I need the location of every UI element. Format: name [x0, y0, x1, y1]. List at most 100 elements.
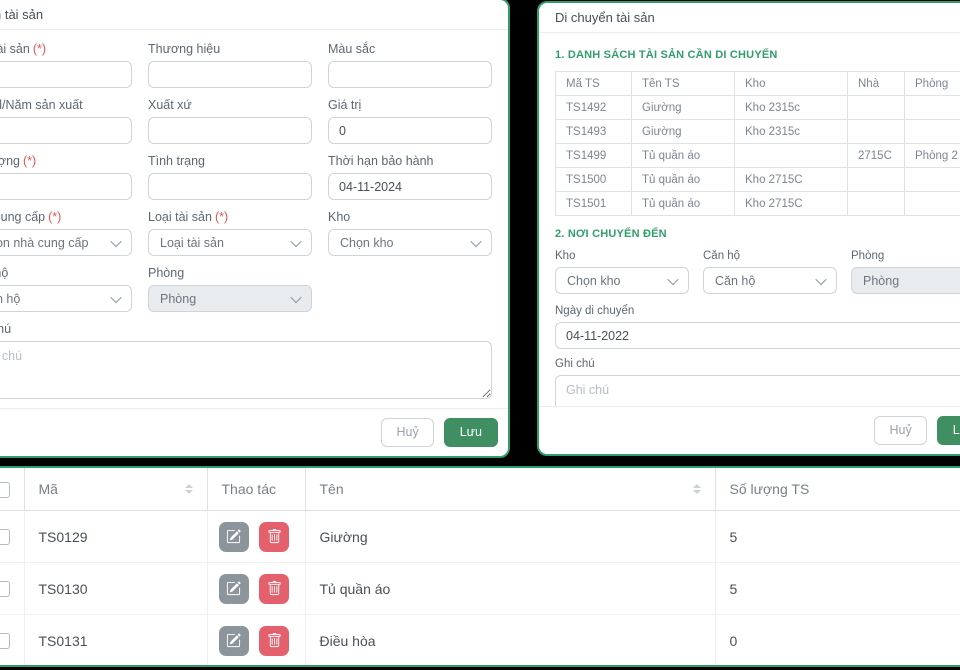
condition-input[interactable]: [148, 173, 312, 200]
move-date-label: Ngày di chuyển: [555, 305, 635, 317]
value-input[interactable]: [328, 117, 492, 144]
cell-name: Giường: [631, 95, 735, 120]
supplier-field: Nhà cung cấp(*) Chọn nhà cung cấp: [0, 210, 132, 256]
cell-building: [847, 167, 905, 192]
row-checkbox[interactable]: [0, 529, 10, 546]
chevron-down-icon: [667, 273, 679, 285]
origin-field: Xuất xứ: [148, 98, 312, 144]
origin-label: Xuất xứ: [148, 98, 192, 112]
brand-input[interactable]: [148, 61, 312, 88]
condition-field: Tình trạng: [148, 154, 312, 200]
chevron-down-icon: [470, 235, 482, 247]
cell-warehouse: Kho 2715C: [734, 167, 848, 192]
note-textarea[interactable]: [0, 341, 492, 399]
dest-room-select[interactable]: Phòng: [851, 267, 960, 294]
asset-name-field: Tên tài sản(*): [0, 42, 132, 88]
edit-button[interactable]: [218, 573, 249, 604]
asset-name: Điều hòa: [305, 614, 716, 665]
color-label: Màu sắc: [328, 42, 376, 56]
quantity-input[interactable]: [0, 173, 132, 200]
cell-room: [904, 167, 960, 192]
cell-warehouse: Kho 2315c: [734, 95, 848, 120]
cell-code: TS1499: [555, 143, 632, 168]
chevron-down-icon: [290, 235, 302, 247]
warranty-date-input[interactable]: [328, 173, 492, 200]
col-ma-ts: Mã TS: [555, 71, 632, 96]
row-checkbox[interactable]: [0, 581, 10, 598]
origin-input[interactable]: [148, 117, 312, 144]
condition-label: Tình trạng: [148, 154, 205, 168]
note-field: Ghi chú: [0, 322, 492, 404]
cell-room: Phòng 2: [904, 143, 960, 168]
move-note-textarea[interactable]: [555, 375, 960, 406]
warehouse-label: Kho: [328, 210, 351, 224]
sort-icon[interactable]: [692, 484, 701, 494]
required-marker: (*): [32, 42, 47, 56]
required-marker: (*): [48, 210, 62, 224]
asset-code[interactable]: TS0130: [24, 562, 208, 615]
warehouse-select[interactable]: Chọn kho: [328, 229, 492, 256]
edit-button[interactable]: [218, 625, 249, 656]
supplier-label: Nhà cung cấp(*): [0, 210, 62, 224]
table-header-row: Mã Thao tác Tên Số lượng TS: [0, 468, 960, 511]
dest-apartment-select[interactable]: Căn hộ: [703, 267, 837, 294]
modal-title: Di chuyển tài sản: [539, 3, 960, 33]
asset-quantity: 5: [715, 510, 960, 563]
apartment-label: Căn hộ: [0, 266, 9, 280]
room-select[interactable]: Phòng: [148, 285, 312, 312]
value-field: Giá trị: [328, 98, 492, 144]
col-ten-ts: Tên TS: [631, 71, 735, 96]
table-row: TS0131 Điều hòa 0: [0, 614, 960, 665]
sort-icon[interactable]: [184, 484, 193, 494]
cell-name: Tủ quần áo: [631, 143, 735, 168]
add-asset-modal: Thêm tài sản Tên tài sản(*) Thương hiệu …: [0, 0, 510, 458]
delete-button[interactable]: [259, 573, 290, 604]
col-phong: Phòng: [904, 71, 960, 96]
apartment-field: Căn hộ Căn hộ: [0, 266, 132, 312]
color-field: Màu sắc: [328, 42, 492, 88]
move-assets-modal: Di chuyển tài sản 1. DANH SÁCH TÀI SẢN C…: [537, 1, 960, 456]
cell-warehouse: Kho 2315c: [734, 119, 848, 144]
cell-room: [904, 191, 960, 216]
cell-name: Giường: [631, 119, 735, 144]
col-actions: Thao tác: [207, 468, 306, 511]
assets-table: Mã Thao tác Tên Số lượng TS TS0129 Giườn…: [0, 468, 960, 665]
warranty-date-field: Thời hạn bảo hành: [328, 154, 492, 200]
supplier-select[interactable]: Chọn nhà cung cấp: [0, 229, 132, 256]
color-input[interactable]: [328, 61, 492, 88]
dest-room-label: Phòng: [851, 250, 885, 262]
move-note-field: Ghi chú: [555, 358, 960, 406]
dest-warehouse-select[interactable]: Chọn kho: [555, 267, 689, 294]
cell-warehouse: [734, 143, 848, 168]
cell-building: [847, 95, 905, 120]
cancel-button[interactable]: Huỷ: [874, 416, 927, 445]
move-date-input[interactable]: [555, 322, 960, 349]
table-row: TS1501 Tủ quần áo Kho 2715C: [555, 191, 960, 216]
value-label: Giá trị: [328, 98, 362, 112]
room-label: Phòng: [148, 266, 185, 280]
row-checkbox[interactable]: [0, 633, 10, 650]
delete-button[interactable]: [259, 625, 290, 656]
asset-name-input[interactable]: [0, 61, 132, 88]
model-year-input[interactable]: [0, 117, 132, 144]
section-asset-list-heading: 1. DANH SÁCH TÀI SẢN CẦN DI CHUYỂN: [555, 49, 778, 61]
asset-code[interactable]: TS0131: [24, 614, 208, 665]
modal-title: Thêm tài sản: [0, 0, 508, 30]
asset-code[interactable]: TS0129: [24, 510, 208, 563]
chevron-down-icon: [290, 291, 302, 303]
edit-button[interactable]: [218, 521, 249, 552]
save-button[interactable]: Lưu: [936, 416, 960, 445]
dest-warehouse-label: Kho: [555, 250, 576, 262]
cancel-button[interactable]: Huỷ: [381, 418, 434, 447]
delete-button[interactable]: [259, 521, 290, 552]
note-label: Ghi chú: [0, 322, 12, 336]
trash-icon: [268, 581, 281, 596]
save-button[interactable]: Lưu: [443, 418, 498, 447]
dest-apartment-field: Căn hộ Căn hộ: [703, 250, 837, 294]
asset-type-select[interactable]: Loại tài sản: [148, 229, 312, 256]
model-year-label: Model/Năm sản xuất: [0, 98, 83, 112]
select-all-checkbox[interactable]: [0, 481, 10, 498]
cell-code: TS1500: [555, 167, 632, 192]
asset-name: Giường: [305, 510, 716, 563]
apartment-select[interactable]: Căn hộ: [0, 285, 132, 312]
